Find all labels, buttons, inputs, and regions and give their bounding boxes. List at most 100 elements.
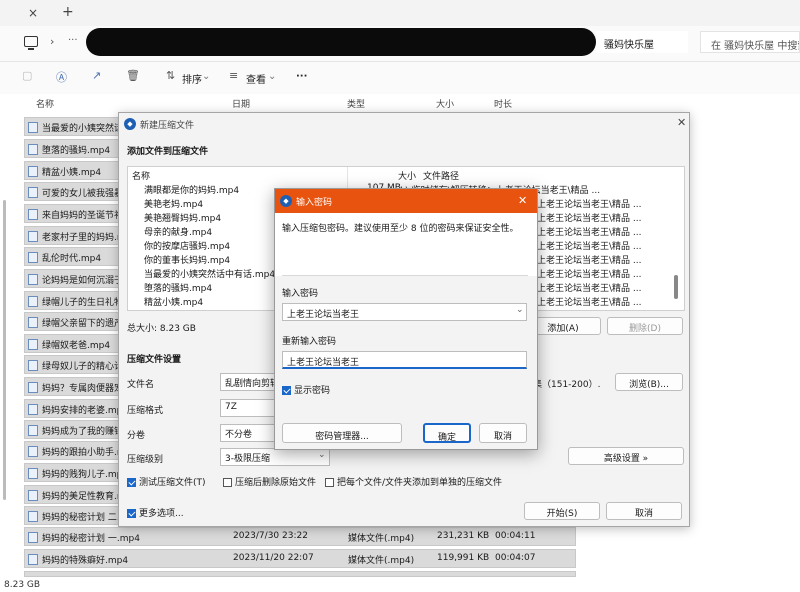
password-dialog: ◆ 输入密码 ✕ 输入压缩包密码。建议使用至少 8 位的密码来保证安全性。 输入… (274, 188, 538, 450)
split-select[interactable]: 不分卷 (220, 424, 278, 442)
share-icon[interactable]: ↗ (92, 69, 101, 82)
app-icon: ◆ (124, 118, 136, 130)
video-file-icon (28, 532, 38, 543)
test-archive-checkbox[interactable]: 测试压缩文件(T) (127, 475, 206, 488)
copy-icon[interactable]: ▢ (22, 69, 32, 82)
column-date[interactable]: 日期 (232, 97, 250, 110)
redacted-path (86, 28, 596, 56)
tab-bar: × + (0, 0, 800, 26)
video-file-icon (28, 144, 38, 155)
video-file-icon (28, 296, 38, 307)
scrollbar[interactable] (3, 200, 6, 500)
video-file-icon (28, 122, 38, 133)
search-input[interactable]: 在 骚妈快乐屋 中搜索 (700, 31, 800, 53)
password-dialog-titlebar: ◆ 输入密码 ✕ (275, 189, 537, 213)
video-file-icon (28, 274, 38, 285)
file-date: 2023/7/30 23:22 (233, 531, 308, 541)
more-path-icon[interactable]: ··· (68, 35, 78, 46)
add-files-heading: 添加文件到压缩文件 (127, 147, 209, 157)
split-label: 分卷 (127, 431, 146, 441)
rename-icon[interactable]: Ⓐ (56, 69, 67, 85)
column-name[interactable]: 名称 (36, 97, 54, 110)
file-row-partial[interactable] (24, 571, 576, 577)
delete-button[interactable]: 删除(D) (607, 317, 683, 335)
delete-after-checkbox[interactable]: 压缩后删除原始文件 (223, 475, 316, 488)
video-file-icon (28, 187, 38, 198)
list-scrollbar[interactable] (674, 275, 678, 299)
file-type: 媒体文件(.mp4) (348, 556, 415, 566)
format-label: 压缩格式 (127, 406, 164, 416)
video-file-icon (28, 554, 38, 565)
format-select[interactable]: 7Z (220, 399, 278, 417)
new-tab-icon[interactable]: + (62, 4, 74, 20)
delete-after-label: 压缩后删除原始文件 (235, 478, 317, 488)
more-options-label: 更多选项... (139, 509, 184, 519)
video-file-icon (28, 490, 38, 501)
start-button[interactable]: 开始(S) (524, 502, 600, 520)
settings-heading: 压缩文件设置 (127, 355, 182, 365)
delete-icon[interactable]: 🗑 (126, 69, 140, 82)
dialog-title: 新建压缩文件 (140, 121, 195, 131)
filename-label: 文件名 (127, 380, 155, 390)
password-manager-button[interactable]: 密码管理器... (282, 423, 402, 443)
status-selection-size: 8.23 GB (4, 580, 41, 590)
file-size: 119,991 KB (437, 553, 490, 563)
column-duration[interactable]: 时长 (494, 97, 512, 110)
file-name: 妈妈的秘密计划 一.mp4 (42, 534, 140, 544)
enter-password-label: 输入密码 (282, 289, 319, 299)
filename-input[interactable]: 乱剧情向剪辑· (220, 373, 278, 391)
password-cancel-button[interactable]: 取消 (479, 423, 527, 443)
column-type[interactable]: 类型 (347, 97, 365, 110)
video-file-icon (28, 339, 38, 350)
file-size: 231,231 KB (437, 531, 490, 541)
file-date: 2023/11/20 22:07 (233, 553, 314, 563)
video-file-icon (28, 446, 38, 457)
chevron-down-icon: ⌄ (318, 450, 326, 460)
video-file-icon (28, 468, 38, 479)
file-type: 媒体文件(.mp4) (348, 534, 415, 544)
list-item-name: 精盆小姨.mp4 (144, 298, 204, 308)
this-pc-icon[interactable] (24, 36, 38, 50)
video-file-icon (28, 209, 38, 220)
video-file-icon (28, 511, 38, 522)
column-size[interactable]: 大小 (436, 97, 454, 110)
explorer-toolbar (0, 62, 800, 94)
file-row[interactable]: 妈妈的特殊癖好.mp4 2023/11/20 22:07 媒体文件(.mp4) 119… (24, 549, 576, 568)
reenter-password-label: 重新输入密码 (282, 337, 337, 347)
ok-button[interactable]: 确定 (423, 423, 471, 443)
list-item-path: 上老王论坛当老王\精品 ... (537, 298, 642, 308)
close-icon[interactable]: ✕ (677, 116, 686, 129)
video-file-icon (28, 425, 38, 436)
reenter-password-input[interactable]: 上老王论坛当老王 (282, 351, 527, 369)
file-row[interactable]: 妈妈的秘密计划 一.mp4 2023/7/30 23:22 媒体文件(.mp4) 23… (24, 527, 576, 546)
close-tab-icon[interactable]: × (28, 6, 38, 20)
video-file-icon (28, 404, 38, 415)
file-duration: 00:04:07 (495, 553, 536, 563)
browse-button[interactable]: 浏览(B)... (615, 373, 683, 391)
advanced-settings-button[interactable]: 高级设置 » (568, 447, 684, 465)
cancel-button[interactable]: 取消 (606, 502, 682, 520)
show-password-checkbox[interactable]: 显示密码 (282, 383, 330, 396)
password-dialog-title: 输入密码 (296, 198, 333, 208)
separate-archives-checkbox[interactable]: 把每个文件/文件夹添加到单独的压缩文件 (325, 475, 502, 488)
more-options-button[interactable]: ··· (296, 71, 307, 82)
video-file-icon (28, 252, 38, 263)
separate-archives-label: 把每个文件/文件夹添加到单独的压缩文件 (337, 478, 503, 488)
filename-input-tail[interactable]: 集（151-200）. (533, 377, 600, 390)
view-icon[interactable]: ≡ (229, 69, 238, 82)
video-file-icon (28, 317, 38, 328)
sort-button[interactable]: 排序 (182, 71, 202, 86)
view-button[interactable]: 查看 (246, 71, 266, 86)
more-options-checkbox[interactable]: 更多选项... (127, 506, 184, 519)
chevron-right-icon[interactable]: › (50, 35, 54, 48)
video-file-icon (28, 166, 38, 177)
sort-icon[interactable]: ⇅ (166, 69, 175, 82)
level-select[interactable]: 3-极限压缩 (220, 448, 330, 466)
video-file-icon (28, 360, 38, 371)
password-input[interactable]: 上老王论坛当老王 (282, 303, 527, 321)
chevron-down-icon[interactable]: ⌄ (516, 305, 524, 315)
close-icon[interactable]: ✕ (518, 194, 527, 207)
column-header-row (0, 94, 800, 112)
video-file-icon (28, 231, 38, 242)
breadcrumb-current[interactable]: 骚妈快乐屋 (596, 31, 688, 53)
